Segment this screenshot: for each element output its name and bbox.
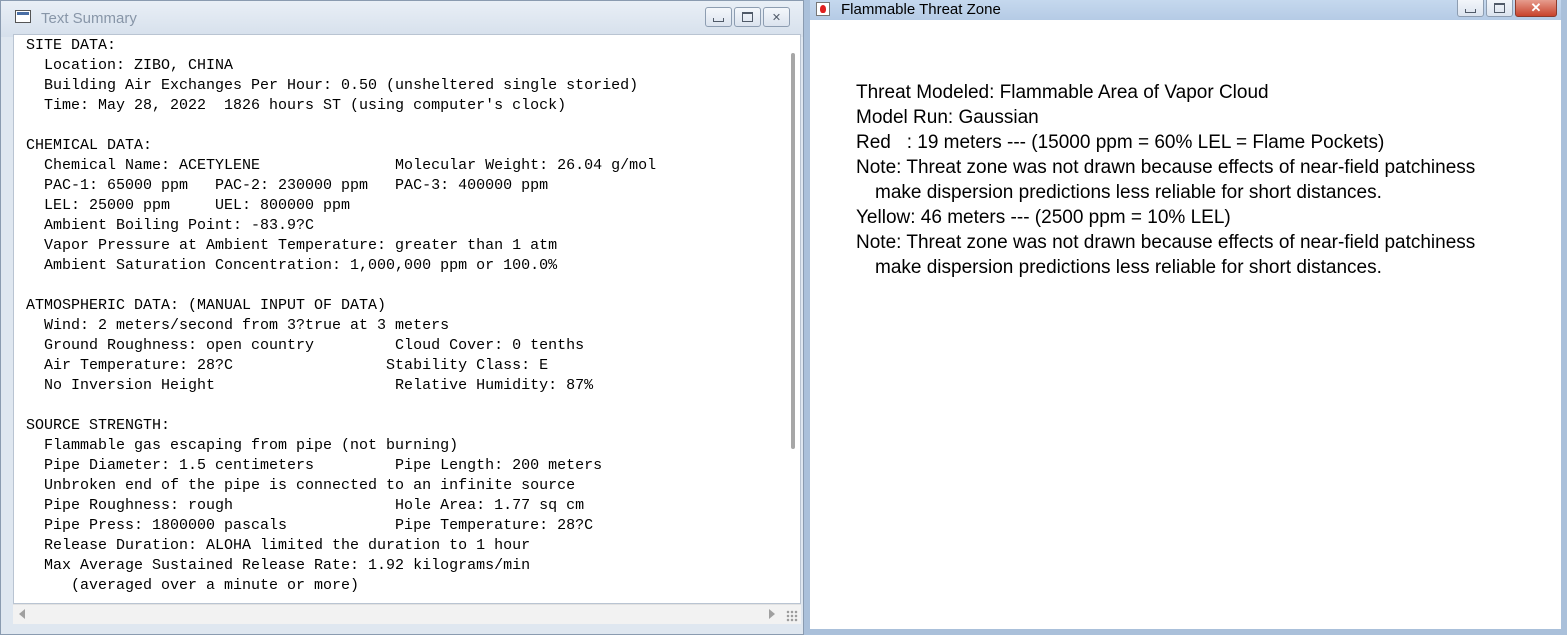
note-continuation-line: make dispersion predictions less reliabl… <box>875 182 1382 203</box>
model-run-line: Model Run: Gaussian <box>856 107 1039 128</box>
red-zone-line: Red : 19 meters --- (15000 ppm = 60% LEL… <box>856 132 1385 153</box>
threat-modeled-line: Threat Modeled: Flammable Area of Vapor … <box>856 82 1269 103</box>
minimize-icon <box>713 18 724 22</box>
scroll-right-icon[interactable] <box>769 609 775 619</box>
maximize-button[interactable] <box>734 7 761 27</box>
text-summary-window: Text Summary ✕ SITE DATA: Location: ZIBO… <box>0 0 804 635</box>
close-button[interactable]: ✕ <box>1515 0 1557 17</box>
note-line: Note: Threat zone was not drawn because … <box>856 232 1476 253</box>
maximize-button[interactable] <box>1486 0 1513 17</box>
resize-grip-icon[interactable] <box>786 610 798 622</box>
note-continuation-line: make dispersion predictions less reliabl… <box>875 257 1382 278</box>
minimize-button[interactable] <box>1457 0 1484 17</box>
close-icon: ✕ <box>771 11 782 24</box>
threat-zone-summary: Threat Modeled: Flammable Area of Vapor … <box>856 80 1475 280</box>
summary-text: SITE DATA: Location: ZIBO, CHINA Buildin… <box>26 37 657 594</box>
minimize-icon <box>1465 8 1476 13</box>
window-controls: ✕ <box>703 7 790 29</box>
yellow-zone-line: Yellow: 46 meters --- (2500 ppm = 10% LE… <box>856 207 1231 228</box>
window-controls: ✕ <box>1455 0 1557 20</box>
horizontal-scrollbar[interactable] <box>13 604 801 624</box>
minimize-button[interactable] <box>705 7 732 27</box>
window-title: Text Summary <box>41 10 137 27</box>
window-title: Flammable Threat Zone <box>841 1 1001 18</box>
scroll-left-icon[interactable] <box>19 609 25 619</box>
close-icon: ✕ <box>1530 0 1542 15</box>
title-bar[interactable]: Flammable Threat Zone ✕ <box>810 0 1561 20</box>
window-icon <box>816 2 830 16</box>
window-icon <box>15 10 31 23</box>
threat-zone-text-area: Threat Modeled: Flammable Area of Vapor … <box>810 20 1561 629</box>
summary-text-area[interactable]: SITE DATA: Location: ZIBO, CHINA Buildin… <box>13 34 801 604</box>
maximize-icon <box>1494 2 1505 13</box>
note-line: Note: Threat zone was not drawn because … <box>856 157 1476 178</box>
flammable-threat-zone-window: Flammable Threat Zone ✕ Threat Modeled: … <box>804 0 1567 635</box>
title-bar[interactable]: Text Summary ✕ <box>1 1 803 37</box>
close-button[interactable]: ✕ <box>763 7 790 27</box>
vertical-scrollbar[interactable] <box>791 53 795 449</box>
maximize-icon <box>742 12 753 22</box>
